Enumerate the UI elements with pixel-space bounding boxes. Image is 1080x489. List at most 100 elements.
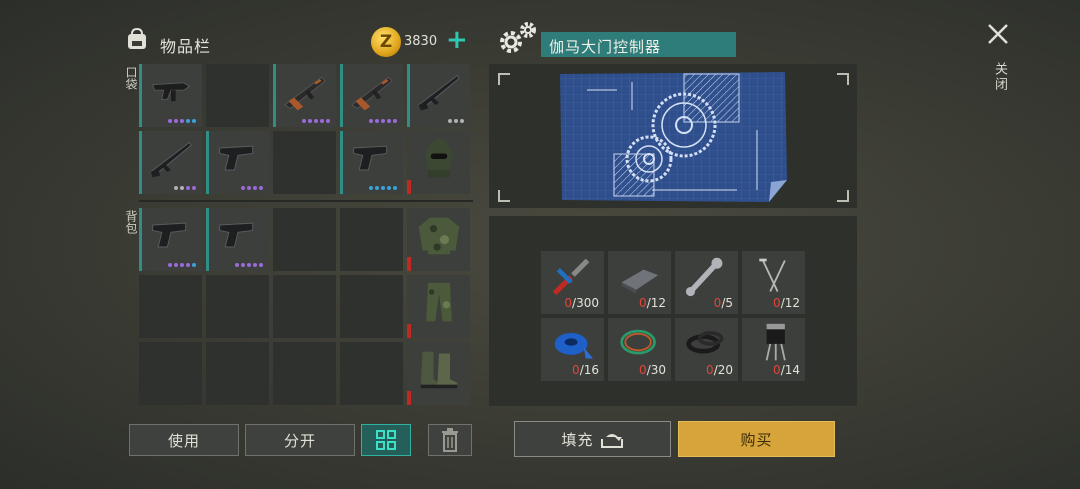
slot-weapon-bar <box>206 131 209 194</box>
resource-slot[interactable]: 0/300 <box>541 251 604 314</box>
fill-label: 填充 <box>561 430 594 449</box>
inventory-slot[interactable] <box>139 131 202 194</box>
boots-icon <box>420 351 458 389</box>
inventory-slot[interactable] <box>273 275 336 338</box>
camo-pants-icon <box>426 282 452 322</box>
nails-icon <box>759 258 786 292</box>
inventory-slot[interactable] <box>206 208 269 271</box>
quality-dots <box>369 119 397 123</box>
quality-dot <box>235 263 239 267</box>
quality-dot <box>302 119 306 123</box>
inventory-slot[interactable] <box>206 131 269 194</box>
resource-have: 0 <box>572 363 580 377</box>
quality-dot <box>448 119 452 123</box>
quality-dot <box>168 263 172 267</box>
quality-dots <box>168 263 196 267</box>
inventory-slot[interactable] <box>273 208 336 271</box>
quality-dots <box>174 186 196 190</box>
grid-sort-icon <box>376 430 396 450</box>
quality-dots <box>369 186 397 190</box>
resource-have: 0 <box>706 363 714 377</box>
ak-rifle-icon <box>284 76 326 111</box>
quality-dot <box>186 119 190 123</box>
durability-bar <box>407 391 411 405</box>
slot-weapon-bar <box>139 64 142 127</box>
inventory-slot[interactable] <box>139 342 202 405</box>
pistol-icon <box>219 145 254 171</box>
inventory-slot[interactable] <box>407 64 470 127</box>
inventory-slot[interactable] <box>340 342 403 405</box>
delete-button[interactable] <box>428 424 472 456</box>
sort-button[interactable] <box>361 424 411 456</box>
backpack-label: 背包 <box>124 210 138 234</box>
resource-count: 0/12 <box>773 296 800 310</box>
pocket-grid <box>139 64 473 194</box>
inventory-slot[interactable] <box>139 275 202 338</box>
inventory-slot[interactable] <box>206 275 269 338</box>
fill-icon <box>600 434 623 448</box>
quality-dots <box>235 263 263 267</box>
resource-slot[interactable]: 0/5 <box>675 251 738 314</box>
resource-slot[interactable]: 0/12 <box>742 251 805 314</box>
add-currency-button[interactable]: + <box>446 27 468 53</box>
trash-icon <box>442 428 458 452</box>
inventory-slot[interactable] <box>273 342 336 405</box>
pistol-icon <box>152 222 187 248</box>
quality-dot <box>375 119 379 123</box>
resource-slot[interactable]: 0/12 <box>608 251 671 314</box>
gears-blueprint-icon <box>560 72 787 202</box>
buy-button[interactable]: 购买 <box>678 421 835 457</box>
inventory-slot[interactable] <box>407 275 470 338</box>
inventory-slot[interactable] <box>273 131 336 194</box>
split-button[interactable]: 分开 <box>245 424 355 456</box>
slot-weapon-bar <box>340 131 343 194</box>
wrench-icon <box>685 257 723 297</box>
quality-dot <box>381 119 385 123</box>
inventory-slot[interactable] <box>407 131 470 194</box>
inventory-slot[interactable] <box>139 64 202 127</box>
close-label[interactable]: 关闭 <box>990 62 1009 92</box>
ak-rifle-icon <box>351 76 393 111</box>
quality-dots <box>241 186 263 190</box>
inventory-slot[interactable] <box>407 208 470 271</box>
inventory-slot[interactable] <box>273 64 336 127</box>
quality-dot <box>314 119 318 123</box>
resource-slot[interactable]: 0/20 <box>675 318 738 381</box>
use-button[interactable]: 使用 <box>129 424 239 456</box>
resource-count: 0/300 <box>564 296 599 310</box>
inventory-slot[interactable] <box>340 275 403 338</box>
quality-dot <box>174 186 178 190</box>
quality-dot <box>180 263 184 267</box>
resource-have: 0 <box>639 296 647 310</box>
balaclava-icon <box>426 138 452 178</box>
smg-icon <box>152 82 191 102</box>
quality-dot <box>180 186 184 190</box>
quality-dot <box>387 119 391 123</box>
resource-slot[interactable]: 0/30 <box>608 318 671 381</box>
inventory-slot[interactable] <box>340 208 403 271</box>
inventory-slot[interactable] <box>340 131 403 194</box>
resource-need: /12 <box>780 296 800 310</box>
fill-button[interactable]: 填充 <box>514 421 671 457</box>
backpack-grid <box>139 208 473 405</box>
inventory-slot[interactable] <box>407 342 470 405</box>
resource-need: /5 <box>721 296 733 310</box>
slot-weapon-bar <box>139 131 142 194</box>
frame-corner <box>837 190 849 202</box>
close-icon[interactable] <box>986 22 1010 46</box>
quality-dot <box>259 263 263 267</box>
tape-icon <box>554 332 593 359</box>
inventory-slot[interactable] <box>139 208 202 271</box>
inventory-slot[interactable] <box>340 64 403 127</box>
resource-count: 0/14 <box>773 363 800 377</box>
quality-dots <box>302 119 330 123</box>
inventory-slot[interactable] <box>206 342 269 405</box>
resource-slot[interactable]: 0/14 <box>742 318 805 381</box>
frame-corner <box>498 190 510 202</box>
inventory-slot[interactable] <box>206 64 269 127</box>
quality-dot <box>259 186 263 190</box>
camo-jacket-icon <box>418 217 460 255</box>
quality-dot <box>186 263 190 267</box>
resource-slot[interactable]: 0/16 <box>541 318 604 381</box>
resource-need: /30 <box>646 363 666 377</box>
